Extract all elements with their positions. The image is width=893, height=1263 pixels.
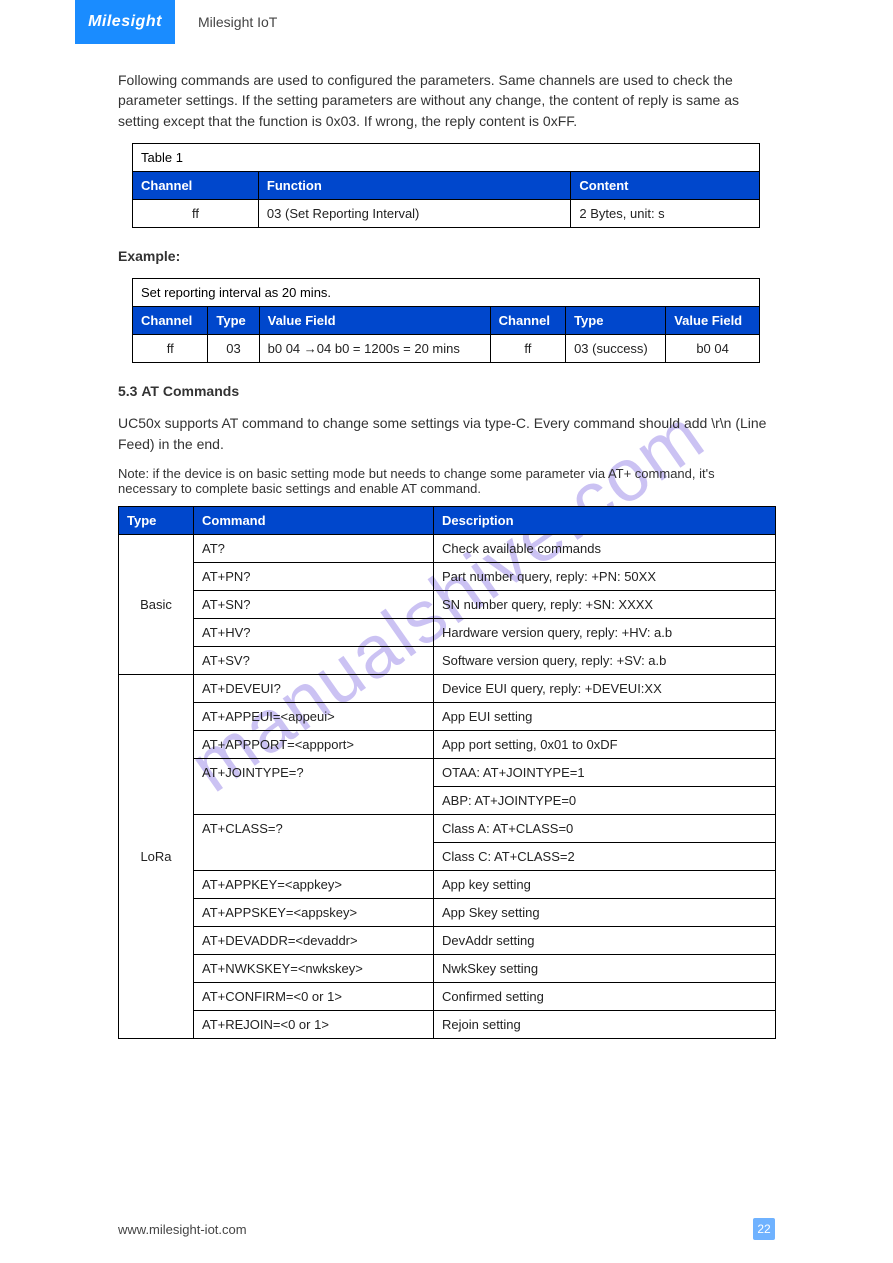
table-row: AT+APPSKEY=<appskey>App Skey setting [119,899,776,927]
table-row: AT+SN?SN number query, reply: +SN: XXXX [119,591,776,619]
t1-h-function: Function [258,171,570,199]
table1-caption: Table 1 [133,143,760,171]
table-row: AT+CONFIRM=<0 or 1>Confirmed setting [119,983,776,1011]
table2-caption: Set reporting interval as 20 mins. [133,279,760,307]
table-row: AT+NWKSKEY=<nwkskey>NwkSkey setting [119,955,776,983]
section-heading: 5.3 AT Commands [118,381,776,401]
table-downlink: Table 1 Channel Function Content ff 03 (… [132,143,760,228]
example-heading: Example: [118,246,776,266]
table-row: AT+JOINTYPE=?OTAA: AT+JOINTYPE=1 [119,759,776,787]
table-row: AT+CLASS=?Class A: AT+CLASS=0 [119,815,776,843]
table-row: AT+APPEUI=<appeui>App EUI setting [119,703,776,731]
table-row: AT+APPKEY=<appkey>App key setting [119,871,776,899]
table-row: AT+DEVADDR=<devaddr>DevAddr setting [119,927,776,955]
footer-url: www.milesight-iot.com [118,1222,247,1237]
logo-tab: Milesight [75,0,175,44]
table-row: ff 03 (Set Reporting Interval) 2 Bytes, … [133,199,760,227]
table-row: AT+HV?Hardware version query, reply: +HV… [119,619,776,647]
table-example: Set reporting interval as 20 mins. Chann… [132,278,760,363]
table-row: Basic AT? Check available commands [119,535,776,563]
brand-subtitle: Milesight IoT [198,14,277,30]
table-row: ff 03 b0 04 →04 b0 = 1200s = 20 mins ff … [133,335,760,363]
t1-h-channel: Channel [133,171,259,199]
table-at-commands: Type Command Description Basic AT? Check… [118,506,776,1039]
page-content: Following commands are used to configure… [118,70,776,1057]
section-title: AT Commands [141,383,239,399]
table-row: AT+PN?Part number query, reply: +PN: 50X… [119,563,776,591]
logo-text: Milesight [88,13,162,31]
section-number: 5.3 [118,383,137,399]
table-row: AT+APPPORT=<appport>App port setting, 0x… [119,731,776,759]
t1-h-content: Content [571,171,760,199]
intro-paragraph: Following commands are used to configure… [118,70,776,131]
table-row: AT+SV?Software version query, reply: +SV… [119,647,776,675]
table-row: LoRa AT+DEVEUI? Device EUI query, reply:… [119,675,776,703]
footer-page-number: 22 [753,1218,775,1240]
note-text: Note: if the device is on basic setting … [118,466,776,496]
at-paragraph: UC50x supports AT command to change some… [118,413,776,454]
table-row: AT+REJOIN=<0 or 1>Rejoin setting [119,1011,776,1039]
